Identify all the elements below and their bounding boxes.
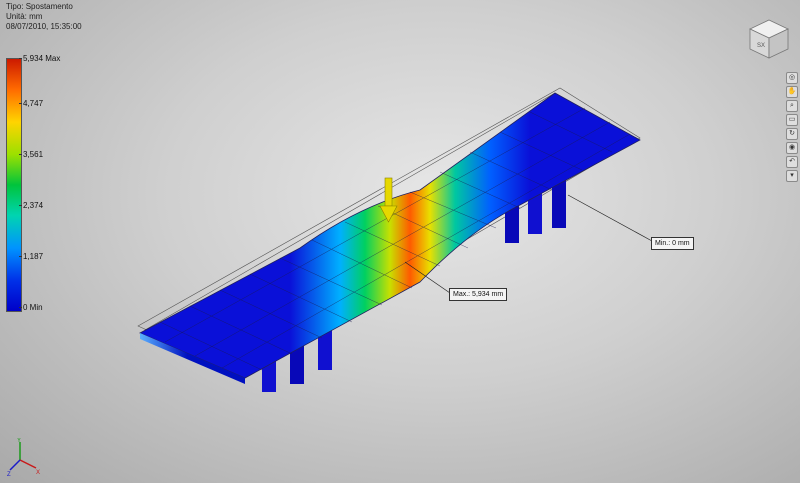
viewcube-face-label: SX xyxy=(757,43,765,49)
axis-triad-icon: Y X Z xyxy=(7,438,40,476)
viewcube-icon[interactable]: SX xyxy=(744,14,794,64)
full-navigation-wheel-button[interactable]: ◎ xyxy=(786,72,798,84)
max-value-callout[interactable]: Max.: 5,934 mm xyxy=(449,288,508,301)
pan-button[interactable]: ✋ xyxy=(786,86,798,98)
look-at-button[interactable]: ◉ xyxy=(786,142,798,154)
zoom-button[interactable]: ⌕ xyxy=(786,100,798,112)
svg-text:Y: Y xyxy=(17,438,21,444)
zoom-window-button[interactable]: ▭ xyxy=(786,114,798,126)
orbit-button[interactable]: ↻ xyxy=(786,128,798,140)
svg-text:X: X xyxy=(36,470,40,476)
svg-text:Z: Z xyxy=(7,472,11,476)
rewind-button[interactable]: ↶ xyxy=(786,156,798,168)
min-leader-line xyxy=(567,194,653,242)
more-options-button[interactable]: ▾ xyxy=(786,170,798,182)
deformed-plate xyxy=(139,92,641,379)
min-value-callout[interactable]: Min.: 0 mm xyxy=(651,237,694,250)
navigation-bar: ◎ ✋ ⌕ ▭ ↻ ◉ ↶ ▾ xyxy=(786,72,798,182)
